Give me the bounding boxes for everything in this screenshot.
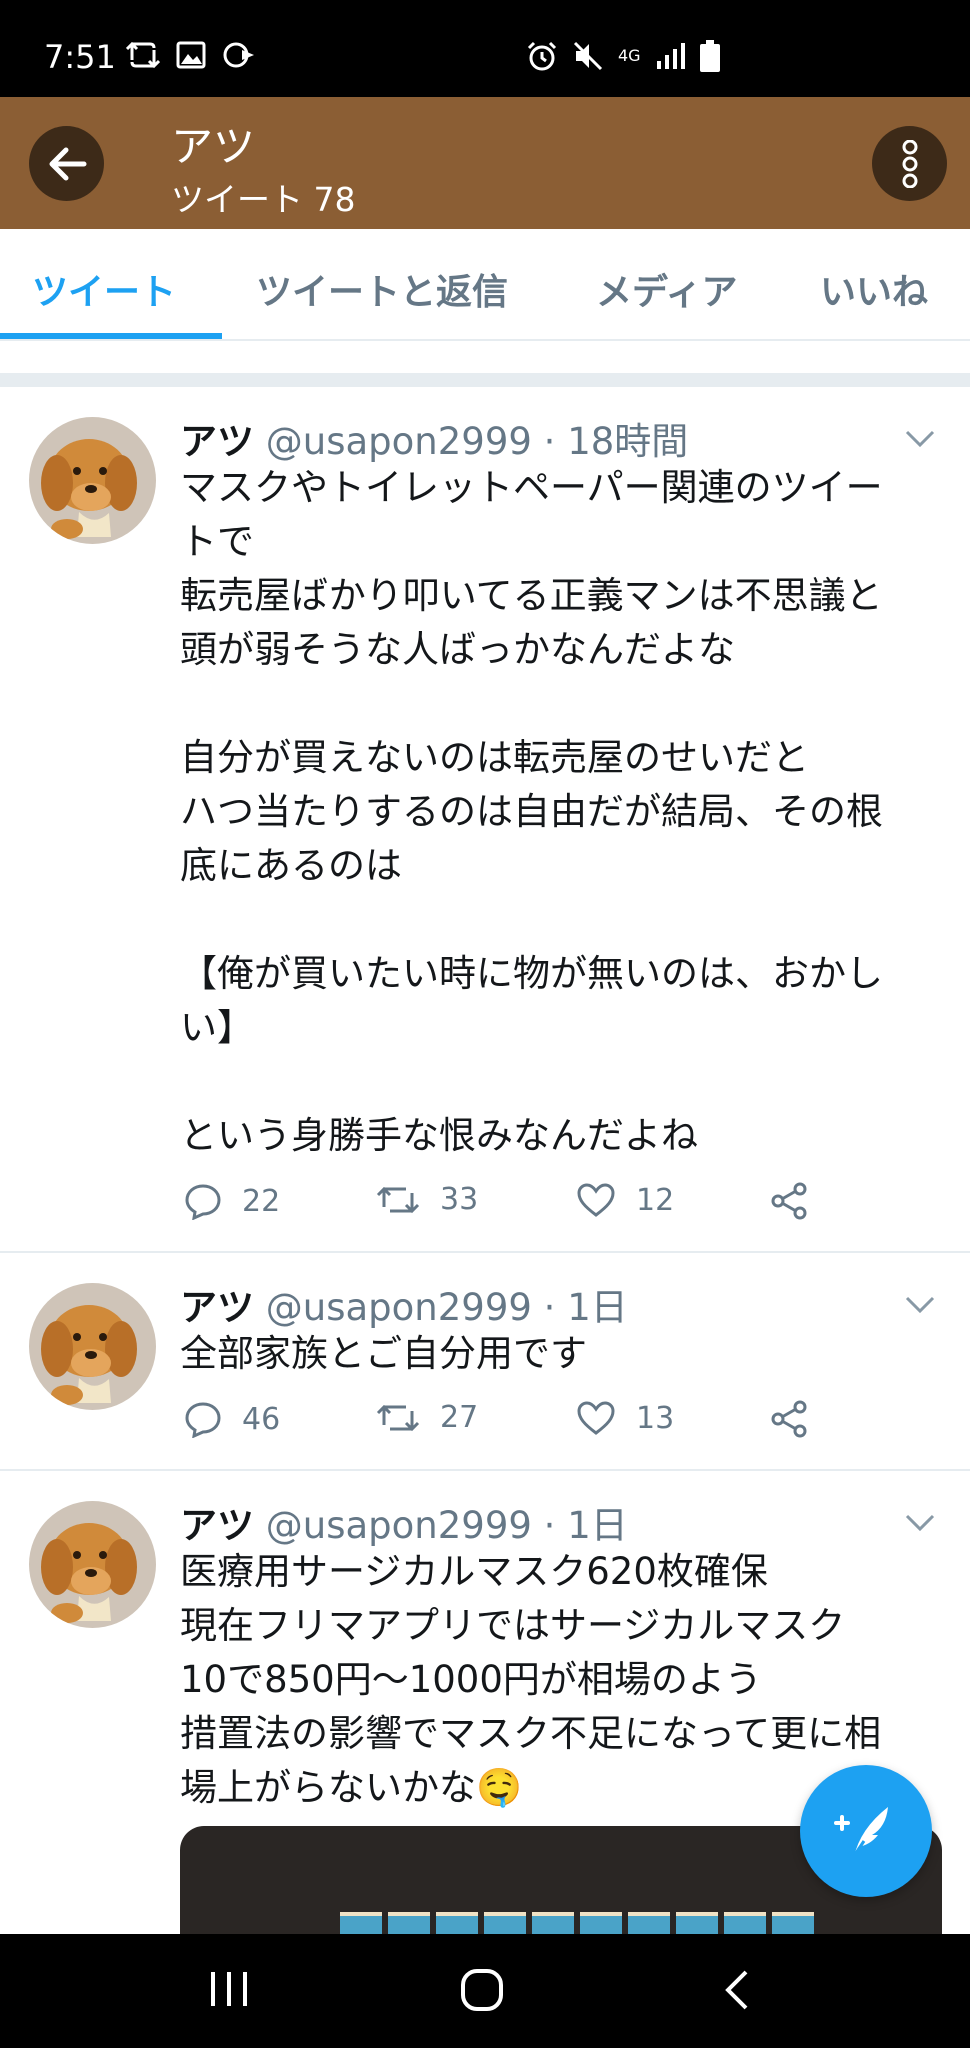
retweet-icon (376, 1186, 420, 1213)
tweet-time: 1日 (567, 1504, 628, 1547)
image-icon (176, 41, 206, 69)
tweet-text: マスクやトイレットペーパー関連のツイー トで 転売屋ばかり叩いてる正義マンは不思… (180, 466, 883, 1157)
back-nav-button[interactable] (722, 1968, 752, 2016)
reply-count: 22 (242, 1183, 281, 1219)
compose-tweet-button[interactable] (800, 1765, 932, 1897)
mask-box (436, 1912, 478, 1936)
mask-box (724, 1912, 766, 1936)
mask-box (484, 1912, 526, 1936)
tab-tweets[interactable]: ツイート (32, 263, 176, 315)
share-icon (771, 1400, 807, 1438)
share-button[interactable] (770, 1182, 808, 1220)
avatar[interactable] (29, 1501, 156, 1628)
divider (0, 373, 970, 387)
more-vertical-icon (902, 139, 917, 188)
heart-icon (577, 1183, 615, 1217)
tweet-actions: 46 27 13 (180, 1400, 840, 1450)
alarm-icon (527, 41, 557, 71)
mask-box (388, 1912, 430, 1936)
header-tweet-count: ツイート 78 (171, 180, 356, 219)
heart-icon (577, 1401, 615, 1435)
tweet-actions: 22 33 12 (180, 1182, 840, 1232)
puppy-avatar-image (29, 1501, 156, 1628)
profile-header: アツ ツイート 78 (0, 97, 970, 229)
reply-button[interactable]: 46 (184, 1400, 280, 1438)
cast-icon (223, 42, 254, 68)
avatar[interactable] (29, 1283, 156, 1410)
like-count: 13 (636, 1400, 675, 1436)
compose-feather-icon (834, 1807, 888, 1860)
tweet-time: 18時間 (567, 420, 689, 463)
tweet-text: 全部家族とご自分用です (180, 1332, 587, 1375)
reply-icon (185, 1402, 221, 1438)
network-4g-icon: 4G (618, 46, 641, 65)
mask-box (628, 1912, 670, 1936)
system-nav-bar (0, 1934, 970, 2048)
chevron-down-icon[interactable] (904, 1513, 936, 1533)
home-button[interactable] (460, 1968, 504, 2016)
retweet-icon (126, 41, 160, 69)
reply-count: 46 (242, 1401, 281, 1437)
author-name[interactable]: アツ (180, 1504, 254, 1547)
mask-box (676, 1912, 718, 1936)
recent-apps-icon (211, 1972, 247, 2006)
like-button[interactable]: 12 (576, 1182, 674, 1218)
retweet-button[interactable]: 33 (376, 1182, 478, 1217)
avatar[interactable] (29, 417, 156, 544)
recent-apps-button[interactable] (208, 1968, 250, 2014)
author-name[interactable]: アツ (180, 1286, 254, 1329)
retweet-icon (376, 1404, 420, 1431)
tweet[interactable]: アツ @usapon2999 · 1日 全部家族とご自分用です 46 27 13 (0, 1253, 970, 1471)
author-handle[interactable]: @usapon2999 (266, 1504, 532, 1547)
mask-box (340, 1912, 382, 1936)
separator-dot: · (543, 420, 556, 463)
separator-dot: · (543, 1504, 556, 1547)
mute-icon (573, 41, 603, 71)
status-time: 7:51 (44, 38, 116, 76)
like-button[interactable]: 13 (576, 1400, 674, 1436)
tweet[interactable]: アツ @usapon2999 · 18時間 マスクやトイレットペーパー関連のツイ… (0, 387, 970, 1253)
tweet-text: 医療用サージカルマスク620枚確保 現在フリマアプリではサージカルマスク 10で… (180, 1550, 882, 1809)
arrow-left-icon (49, 147, 86, 180)
active-tab-indicator (0, 333, 222, 339)
share-icon (771, 1182, 807, 1220)
puppy-avatar-image (29, 417, 156, 544)
chevron-left-icon (725, 1970, 748, 2010)
author-name[interactable]: アツ (180, 420, 254, 463)
reply-button[interactable]: 22 (184, 1182, 280, 1220)
retweet-count: 33 (440, 1182, 479, 1217)
status-bar: 7:51 4G (0, 0, 970, 97)
signal-icon (656, 43, 685, 69)
tweet-time: 1日 (567, 1286, 628, 1329)
puppy-avatar-image (29, 1283, 156, 1410)
tab-media[interactable]: メディア (596, 263, 737, 315)
profile-tabs: ツイート ツイートと返信 メディア いいね (0, 229, 970, 341)
retweet-count: 27 (440, 1400, 479, 1435)
share-button[interactable] (770, 1400, 808, 1438)
reply-icon (185, 1184, 221, 1220)
tab-likes[interactable]: いいね (820, 263, 928, 315)
more-options-button[interactable] (872, 126, 947, 201)
mask-box (772, 1912, 814, 1936)
battery-icon (699, 40, 720, 72)
author-handle[interactable]: @usapon2999 (266, 1286, 532, 1329)
author-handle[interactable]: @usapon2999 (266, 420, 532, 463)
like-count: 12 (636, 1182, 675, 1218)
home-icon (461, 1969, 503, 2011)
separator-dot: · (543, 1286, 556, 1329)
mask-box (532, 1912, 574, 1936)
chevron-down-icon[interactable] (904, 429, 936, 449)
mask-box (580, 1912, 622, 1936)
tab-tweets-and-replies[interactable]: ツイートと返信 (256, 263, 508, 315)
chevron-down-icon[interactable] (904, 1295, 936, 1315)
back-button[interactable] (29, 126, 104, 201)
header-title: アツ (171, 122, 256, 171)
retweet-button[interactable]: 27 (376, 1400, 478, 1435)
